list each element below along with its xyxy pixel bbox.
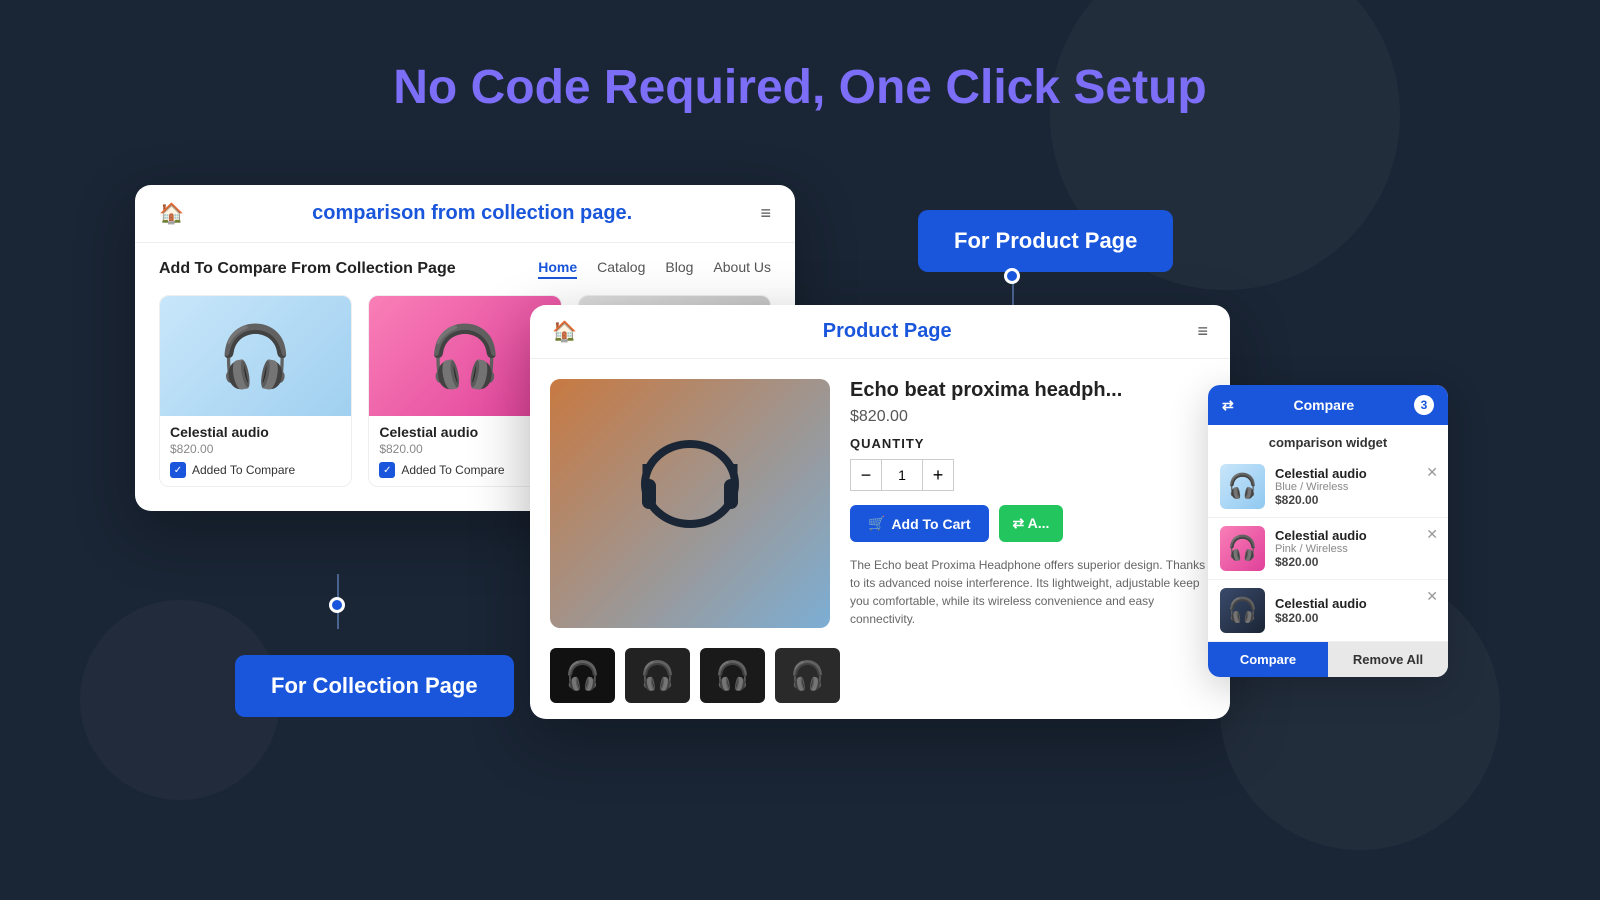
product-item-1: 🎧 Celestial audio $820.00 ✓ Added To Com… xyxy=(159,295,352,487)
add-to-cart-label: Add To Cart xyxy=(891,516,970,532)
product-name-1: Celestial audio xyxy=(170,424,341,440)
product-info-1: Celestial audio $820.00 ✓ Added To Compa… xyxy=(160,416,351,486)
cart-icon: 🛒 xyxy=(868,515,885,532)
qty-decrease-button[interactable]: − xyxy=(850,459,882,491)
heading-accent: Click Setup xyxy=(945,61,1206,114)
compare-widget: ⇄ Compare 3 comparison widget 🎧 Celestia… xyxy=(1208,385,1448,677)
compare-label-2: Added To Compare xyxy=(401,463,504,477)
compare-item-price-2: $820.00 xyxy=(1275,555,1367,569)
nav-link-blog[interactable]: Blog xyxy=(665,259,693,279)
collection-card-title: comparison from collection page. xyxy=(312,202,632,225)
product-home-icon: 🏠 xyxy=(552,319,577,344)
compare-item-name-2: Celestial audio xyxy=(1275,528,1367,543)
compare-arrows-widget-icon: ⇄ xyxy=(1222,397,1234,414)
product-thumbnails: 🎧 🎧 🎧 🎧 xyxy=(530,648,1230,719)
compare-arrows-icon: ⇄ A... xyxy=(1013,515,1050,531)
heading-normal: No Code Required, One xyxy=(393,61,932,114)
action-buttons: 🛒 Add To Cart ⇄ A... xyxy=(850,505,1210,542)
quantity-label: QUANTITY xyxy=(850,436,1210,451)
compare-item-variant-2: Pink / Wireless xyxy=(1275,543,1367,555)
product-page-card: 🏠 Product Page ≡ Echo beat proxima headp… xyxy=(530,305,1230,719)
connector-dot-product xyxy=(1004,268,1020,284)
product-menu-icon[interactable]: ≡ xyxy=(1197,321,1208,342)
compare-item-img-1: 🎧 xyxy=(1220,464,1265,509)
compare-item-info-1: Celestial audio Blue / Wireless $820.00 xyxy=(1275,466,1367,507)
compare-label-1: Added To Compare xyxy=(192,463,295,477)
compare-item-img-3: 🎧 xyxy=(1220,588,1265,633)
compare-check-2[interactable]: ✓ xyxy=(379,462,395,478)
connector-dot-collection xyxy=(329,597,345,613)
compare-item-info-3: Celestial audio $820.00 xyxy=(1275,596,1367,625)
compare-item-close-1[interactable]: ✕ xyxy=(1426,464,1438,481)
home-icon: 🏠 xyxy=(159,201,184,226)
product-price-2: $820.00 xyxy=(379,442,550,456)
compare-item-img-2: 🎧 xyxy=(1220,526,1265,571)
collection-card-nav: Add To Compare From Collection Page Home… xyxy=(159,259,771,279)
widget-remove-all-button[interactable]: Remove All xyxy=(1328,642,1448,677)
product-page-header: 🏠 Product Page ≡ xyxy=(530,305,1230,359)
product-page-title: Product Page xyxy=(823,320,952,343)
widget-compare-button[interactable]: Compare xyxy=(1208,642,1328,677)
thumbnail-2[interactable]: 🎧 xyxy=(625,648,690,703)
for-product-button[interactable]: For Product Page xyxy=(918,210,1173,272)
compare-item-price-3: $820.00 xyxy=(1275,611,1367,625)
compare-widget-title: comparison widget xyxy=(1208,425,1448,456)
qty-increase-button[interactable]: + xyxy=(922,459,954,491)
thumbnail-3[interactable]: 🎧 xyxy=(700,648,765,703)
product-img-1: 🎧 xyxy=(160,296,351,416)
collection-card-header: 🏠 comparison from collection page. ≡ xyxy=(135,185,795,243)
quantity-control: − 1 + xyxy=(850,459,1210,491)
compare-item-variant-1: Blue / Wireless xyxy=(1275,481,1367,493)
main-heading: No Code Required, One Click Setup xyxy=(0,0,1600,115)
qty-value: 1 xyxy=(882,459,922,491)
nav-link-catalog[interactable]: Catalog xyxy=(597,259,645,279)
product-price-1: $820.00 xyxy=(170,442,341,456)
product-compare-1: ✓ Added To Compare xyxy=(170,462,341,478)
product-page-body: Echo beat proxima headph... $820.00 QUAN… xyxy=(530,359,1230,648)
compare-item-close-3[interactable]: ✕ xyxy=(1426,588,1438,605)
compare-item-name-1: Celestial audio xyxy=(1275,466,1367,481)
collection-nav-links: Home Catalog Blog About Us xyxy=(538,259,771,279)
compare-widget-btn-label: Compare xyxy=(1294,397,1355,413)
add-to-cart-button[interactable]: 🛒 Add To Cart xyxy=(850,505,989,542)
compare-item-price-1: $820.00 xyxy=(1275,493,1367,507)
product-description: The Echo beat Proxima Headphone offers s… xyxy=(850,556,1210,628)
compare-widget-item-2: 🎧 Celestial audio Pink / Wireless $820.0… xyxy=(1208,518,1448,580)
compare-item-close-2[interactable]: ✕ xyxy=(1426,526,1438,543)
product-page-name: Echo beat proxima headph... xyxy=(850,379,1210,402)
compare-item-name-3: Celestial audio xyxy=(1275,596,1367,611)
headphone-svg xyxy=(630,424,750,584)
product-name-2: Celestial audio xyxy=(379,424,550,440)
nav-link-home[interactable]: Home xyxy=(538,259,577,279)
thumbnail-1[interactable]: 🎧 xyxy=(550,648,615,703)
nav-link-about[interactable]: About Us xyxy=(713,259,771,279)
compare-widget-item-3: 🎧 Celestial audio $820.00 ✕ xyxy=(1208,580,1448,642)
product-page-price: $820.00 xyxy=(850,408,1210,426)
menu-icon[interactable]: ≡ xyxy=(760,203,771,224)
compare-widget-item-1: 🎧 Celestial audio Blue / Wireless $820.0… xyxy=(1208,456,1448,518)
compare-widget-header[interactable]: ⇄ Compare 3 xyxy=(1208,385,1448,425)
for-collection-button[interactable]: For Collection Page xyxy=(235,655,514,717)
product-details: Echo beat proxima headph... $820.00 QUAN… xyxy=(850,379,1210,628)
collection-nav-title: Add To Compare From Collection Page xyxy=(159,260,456,278)
thumbnail-4[interactable]: 🎧 xyxy=(775,648,840,703)
compare-count-badge: 3 xyxy=(1414,395,1434,415)
product-main-image xyxy=(550,379,830,628)
add-compare-button[interactable]: ⇄ A... xyxy=(999,505,1064,542)
compare-item-info-2: Celestial audio Pink / Wireless $820.00 xyxy=(1275,528,1367,569)
product-compare-2: ✓ Added To Compare xyxy=(379,462,550,478)
compare-widget-actions: Compare Remove All xyxy=(1208,642,1448,677)
compare-check-1[interactable]: ✓ xyxy=(170,462,186,478)
